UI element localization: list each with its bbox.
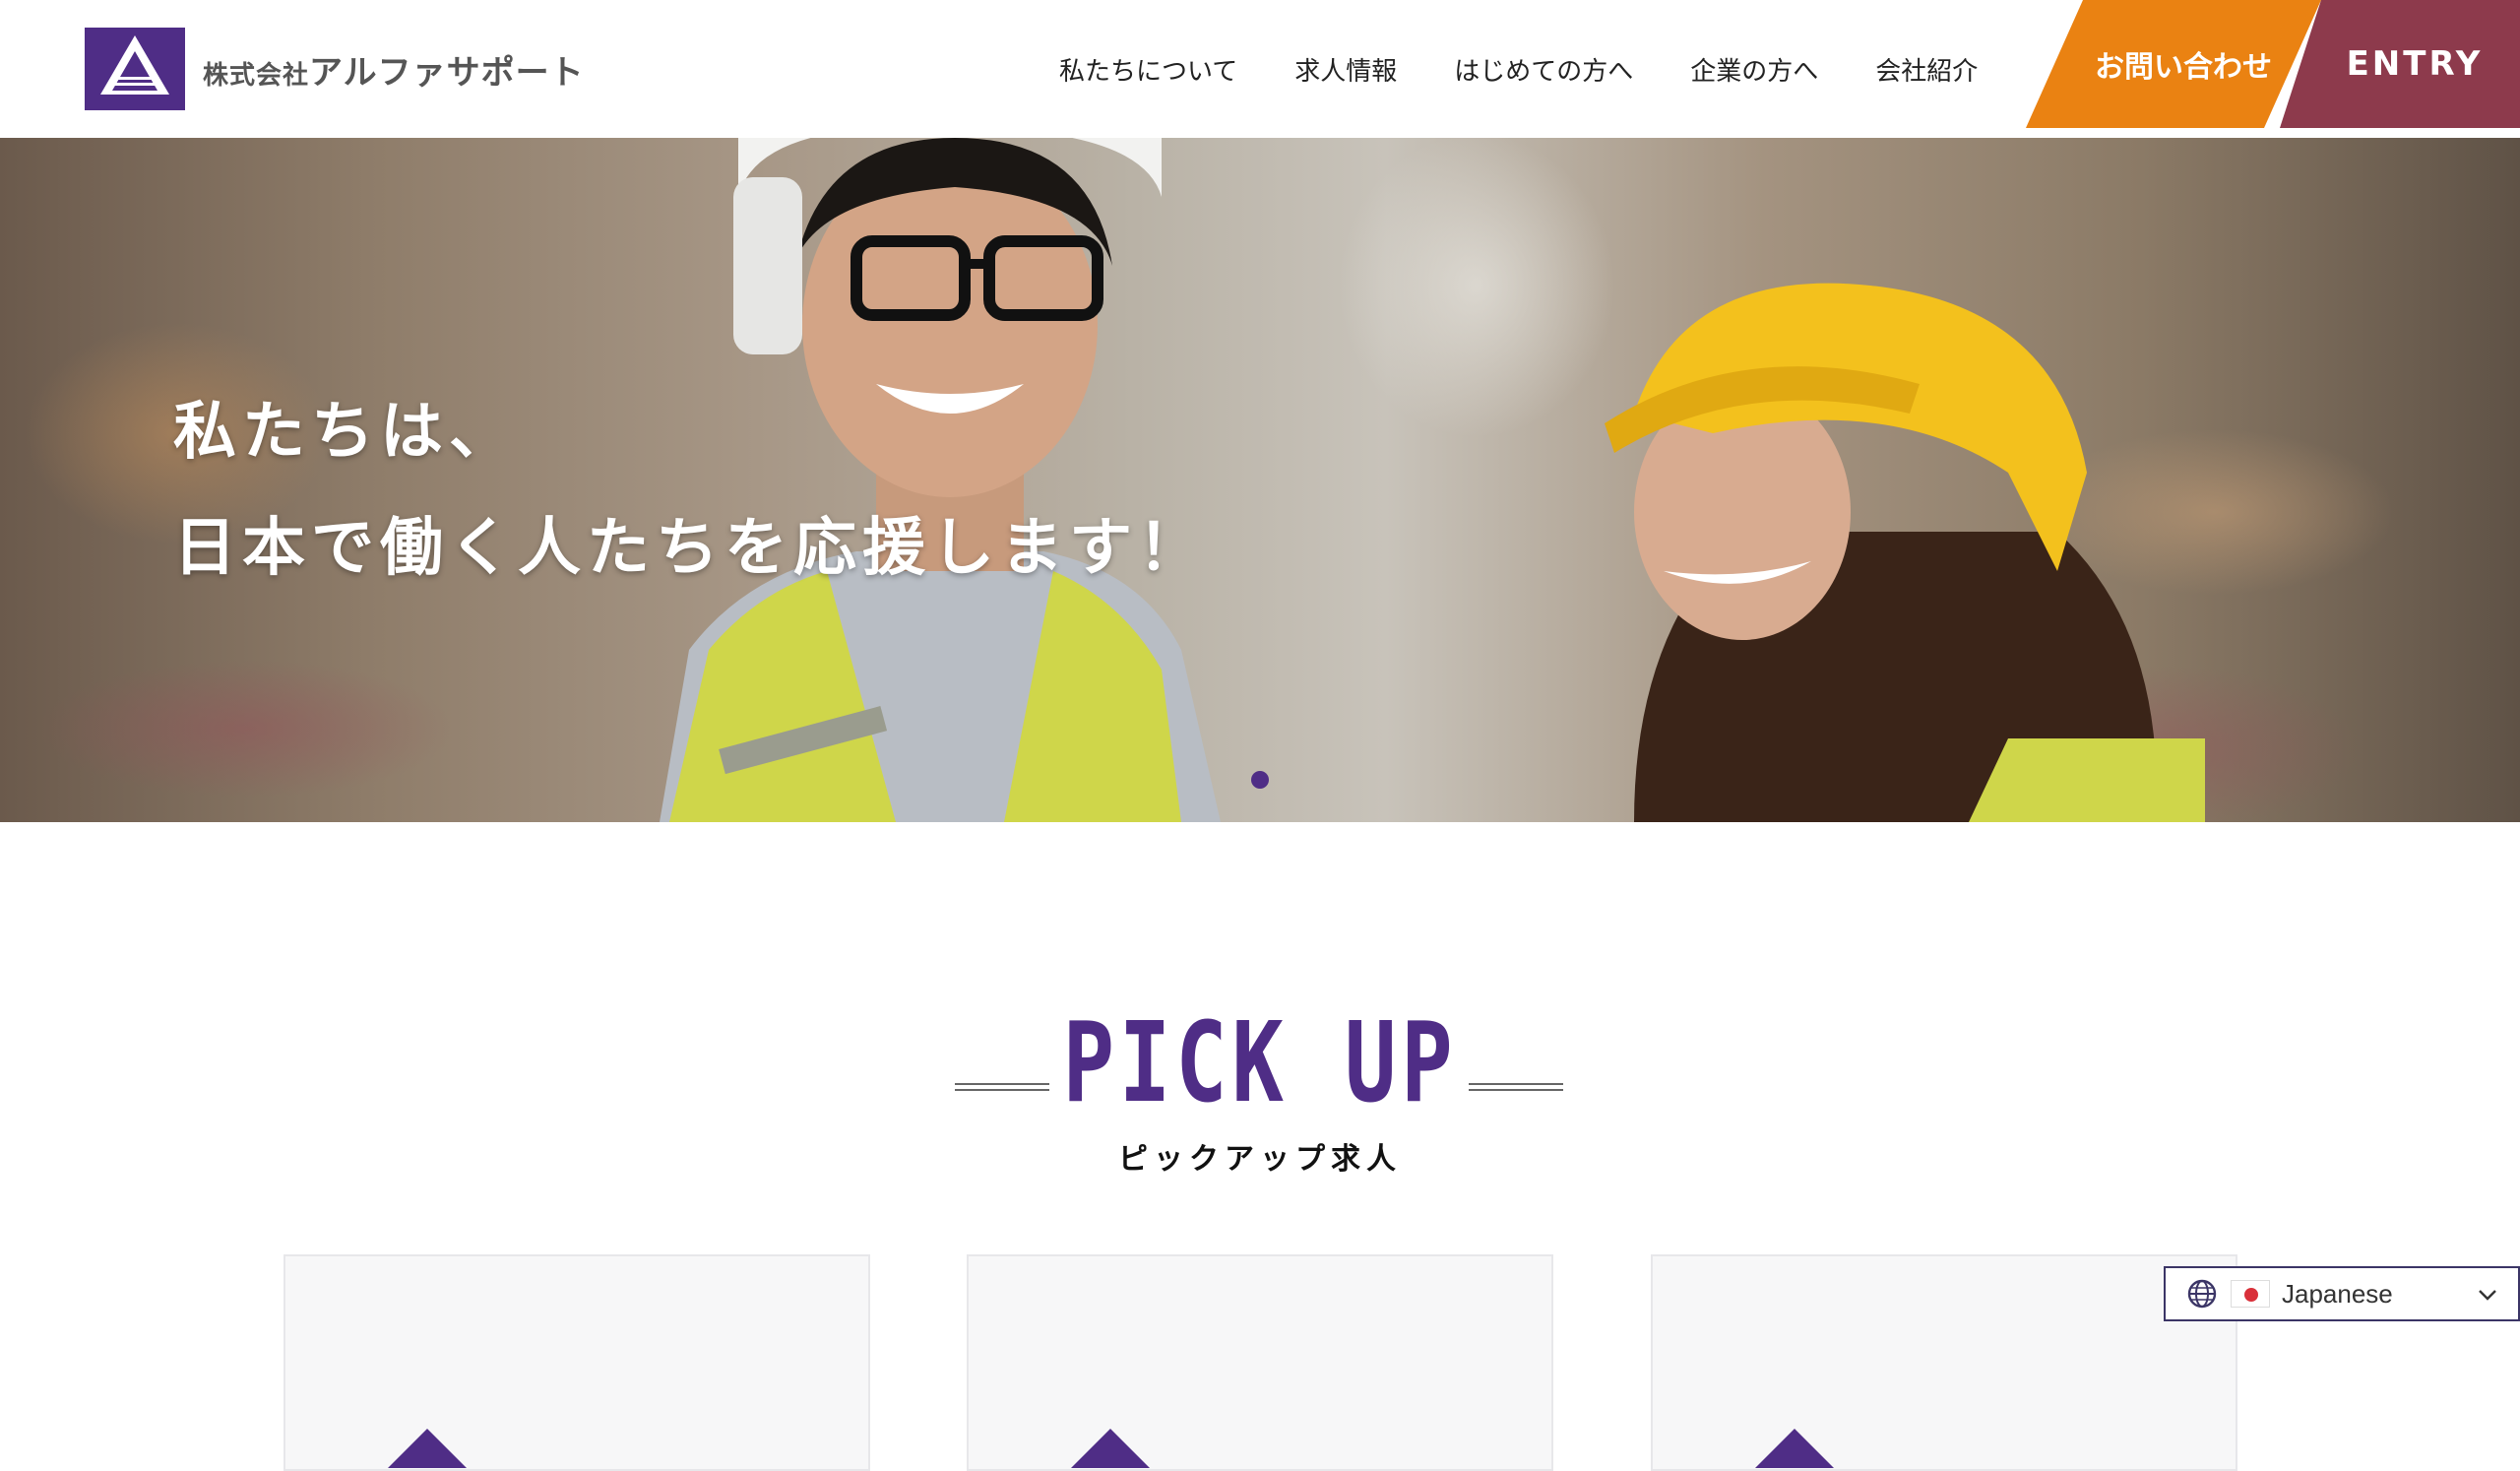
company-name: 株式会社アルファサポート [203,45,585,94]
job-card[interactable] [967,1254,1553,1471]
japan-flag-icon [2231,1280,2270,1308]
language-label: Japanese [2282,1278,2393,1309]
job-card[interactable] [1651,1254,2237,1471]
pickup-subtitle: ピックアップ求人 [1118,1142,1402,1177]
hero-heading-line1: 私たちは、 [173,396,518,469]
hero-heading: 私たちは、 日本で働く人たちを応援します！ [173,374,1207,607]
company-prefix: 株式会社 [203,60,310,91]
pickup-title: PICK UP [1062,999,1458,1127]
hero-photo-woman [1605,283,2205,822]
company-main-name: アルファサポート [309,52,585,93]
company-logo[interactable]: 株式会社アルファサポート [85,28,585,110]
chevron-down-icon [2479,1290,2496,1301]
nav-about[interactable]: 私たちについて [1059,51,1237,88]
hero-slider: 私たちは、 日本で働く人たちを応援します！ [0,138,2520,822]
alpha-a-logo-icon [1071,1429,1150,1468]
globe-icon [2187,1279,2217,1309]
hero-heading-line2: 日本で働く人たちを応援します！ [173,512,1207,585]
pickup-decoration-right [1469,1083,1563,1091]
slider-dot-1[interactable] [1251,771,1269,789]
alpha-a-logo-icon [1755,1429,1834,1468]
job-card[interactable] [284,1254,870,1471]
nav-companies[interactable]: 企業の方へ [1690,51,1818,88]
site-header: 株式会社アルファサポート 私たちについて 求人情報 はじめての方へ 企業の方へ … [0,0,2520,138]
nav-first-time[interactable]: はじめての方へ [1454,51,1633,88]
alpha-a-logo-icon [85,28,185,110]
contact-button[interactable]: お問い合わせ [2026,0,2321,128]
main-nav: 私たちについて 求人情報 はじめての方へ 企業の方へ 会社紹介 [1059,51,2035,88]
entry-button[interactable]: ENTRY [2280,0,2520,128]
alpha-a-logo-icon [388,1429,467,1468]
nav-jobs[interactable]: 求人情報 [1294,51,1397,88]
language-selector[interactable]: Japanese [2164,1266,2520,1321]
nav-company-profile[interactable]: 会社紹介 [1875,51,1978,88]
